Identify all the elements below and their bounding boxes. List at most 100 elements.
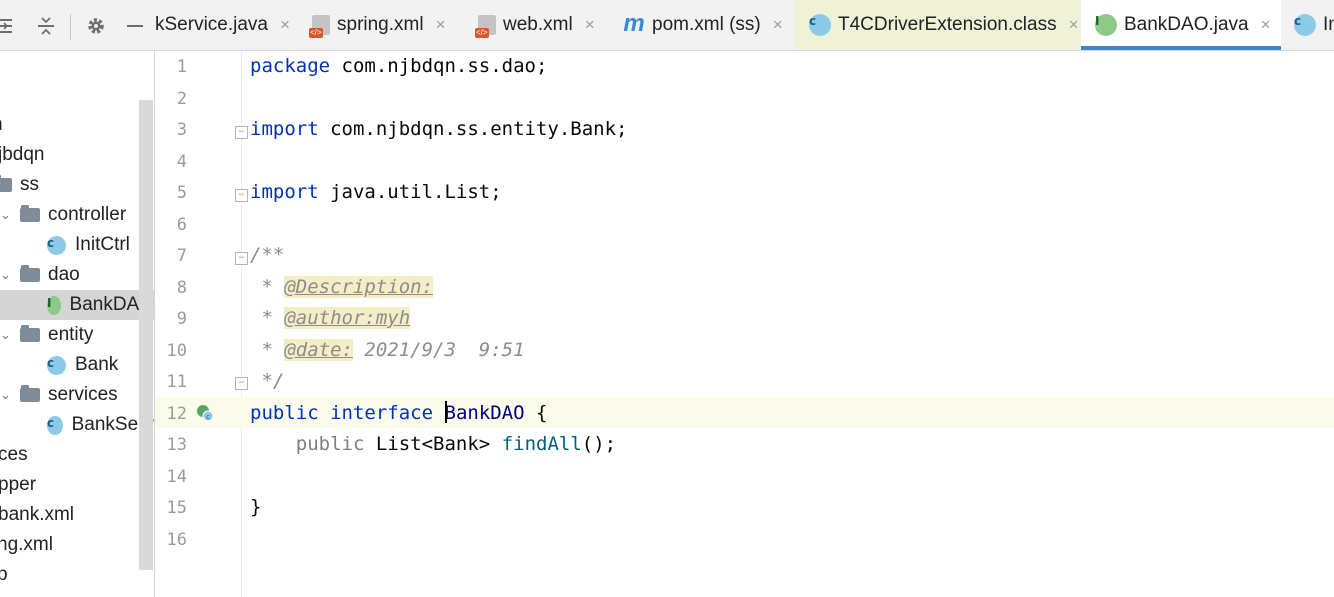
interface-name: BankDAO: [444, 402, 525, 424]
code-line: /**: [250, 244, 285, 266]
tree-item-label: Bank: [75, 354, 119, 375]
line-number: 13: [166, 435, 187, 455]
line-number: 5: [176, 183, 187, 203]
code-text: com.njbdqn.ss.entity.Bank;: [318, 118, 628, 140]
tree-item-label: p: [0, 564, 8, 586]
code-text: {: [524, 402, 548, 424]
line-number: 16: [166, 530, 187, 550]
expand-all-icon[interactable]: [35, 15, 57, 37]
gear-icon[interactable]: [85, 15, 107, 37]
tree-item-label: controller: [48, 204, 127, 225]
keyword: public: [295, 433, 365, 455]
javadoc-tag: @date:: [284, 339, 353, 361]
folder-icon: [20, 385, 40, 402]
line-number: 11: [166, 372, 187, 392]
line-number: 4: [176, 152, 187, 172]
comment-text: *: [250, 307, 285, 329]
line-number: 15: [166, 498, 187, 518]
close-icon[interactable]: ×: [585, 15, 595, 35]
line-number: 8: [176, 278, 187, 298]
class-icon: c: [47, 355, 66, 375]
code-line: import java.util.List;: [250, 181, 502, 203]
close-icon[interactable]: ×: [436, 15, 446, 35]
chevron-down-icon[interactable]: ⌄: [0, 327, 11, 343]
tab-bankservice[interactable]: kService.java ×: [155, 0, 295, 49]
tree-item-services[interactable]: ⌄ services: [0, 380, 154, 410]
class-icon: c: [47, 415, 63, 435]
tree-item-entity[interactable]: ⌄ entity: [0, 320, 154, 350]
tab-label: pom.xml (ss): [652, 13, 761, 35]
keyword: import: [250, 181, 319, 203]
tree-item-label: n: [0, 114, 3, 136]
tree-item-label: ng.xml: [0, 534, 53, 555]
chevron-down-icon[interactable]: ⌄: [0, 387, 11, 403]
close-icon[interactable]: ×: [1069, 15, 1079, 35]
tree-item-label: dao: [48, 264, 80, 285]
xml-file-icon: [475, 14, 496, 38]
class-icon: c: [47, 235, 66, 255]
fold-marker-icon[interactable]: −: [235, 189, 248, 202]
editor-tabs: kService.java × spring.xml × web.xml × m…: [155, 0, 1334, 51]
tree-item[interactable]: n: [0, 110, 154, 140]
tab-bankdao-java[interactable]: I BankDAO.java ×: [1081, 0, 1281, 50]
interface-icon: I: [47, 295, 61, 315]
tree-item-bankservice[interactable]: c BankServ: [0, 410, 154, 440]
tree-item[interactable]: bank.xml: [0, 500, 154, 530]
line-number: 2: [176, 89, 187, 109]
tab-web-xml[interactable]: web.xml ×: [475, 0, 604, 49]
tab-label: kService.java: [155, 13, 268, 35]
collapse-all-icon[interactable]: [0, 15, 18, 37]
tree-item[interactable]: pper: [0, 470, 154, 500]
line-number: 9: [176, 309, 187, 329]
tree-item-label: jbdqn: [0, 144, 45, 165]
tree-item[interactable]: p: [0, 560, 154, 590]
close-icon[interactable]: ×: [1261, 15, 1271, 35]
chevron-down-icon[interactable]: ⌄: [0, 267, 11, 283]
line-number: 14: [166, 467, 187, 487]
tab-initctrl[interactable]: c In: [1282, 0, 1334, 49]
interface-icon: I: [1095, 13, 1117, 36]
fold-marker-icon[interactable]: −: [235, 126, 248, 139]
class-icon: c: [1294, 13, 1316, 36]
code-text: List<Bank>: [364, 433, 502, 455]
tab-label: In: [1323, 13, 1334, 35]
code-line: public interface BankDAO {: [250, 400, 548, 425]
tab-label: T4CDriverExtension.class: [838, 13, 1057, 35]
tab-pom-xml[interactable]: m pom.xml (ss) ×: [623, 0, 793, 49]
project-tree: n jbdqn ss ⌄ controller c InitCtrl ⌄ dao…: [0, 51, 155, 597]
tree-item-bank[interactable]: c Bank: [0, 350, 154, 380]
close-icon[interactable]: ×: [773, 15, 783, 35]
code-line: */: [250, 370, 285, 392]
tree-item-controller[interactable]: ⌄ controller: [0, 200, 154, 230]
tree-item-dao[interactable]: ⌄ dao: [0, 260, 154, 290]
tree-item[interactable]: ces: [0, 440, 154, 470]
tree-item-initctrl[interactable]: c InitCtrl: [0, 230, 154, 260]
tree-item-label: ces: [0, 444, 28, 465]
tab-t4cdriverextension[interactable]: c T4CDriverExtension.class ×: [795, 0, 1080, 49]
comment-text: *: [250, 276, 285, 298]
chevron-down-icon[interactable]: ⌄: [0, 207, 11, 223]
folder-icon: [0, 175, 12, 192]
tree-item-bankdao[interactable]: I BankDAO: [0, 290, 154, 320]
close-icon[interactable]: ×: [280, 15, 290, 35]
fold-marker-icon[interactable]: −: [235, 252, 248, 265]
tree-item-ss[interactable]: ss: [0, 170, 154, 200]
code-text: ();: [581, 433, 617, 455]
tree-item-package[interactable]: jbdqn: [0, 140, 154, 170]
code-line: * @Description:: [250, 276, 434, 298]
hide-icon[interactable]: [124, 15, 146, 37]
toolbar-separator: [70, 14, 71, 40]
code-line: * @date: 2021/9/3 9:51: [250, 339, 525, 361]
tree-item-label: bank.xml: [0, 504, 75, 525]
line-number: 12: [166, 404, 187, 424]
tree-item-label: InitCtrl: [75, 234, 130, 255]
implemented-gutter-icon[interactable]: c: [196, 404, 214, 422]
tab-spring-xml[interactable]: spring.xml ×: [309, 0, 457, 49]
project-toolbar: [0, 0, 155, 51]
class-icon: c: [809, 13, 831, 36]
tree-scrollbar[interactable]: [139, 100, 153, 570]
fold-marker-icon[interactable]: −: [235, 377, 248, 390]
tree-item[interactable]: ng.xml: [0, 530, 154, 560]
line-number: 10: [166, 341, 187, 361]
code-text: java.util.List;: [318, 181, 502, 203]
